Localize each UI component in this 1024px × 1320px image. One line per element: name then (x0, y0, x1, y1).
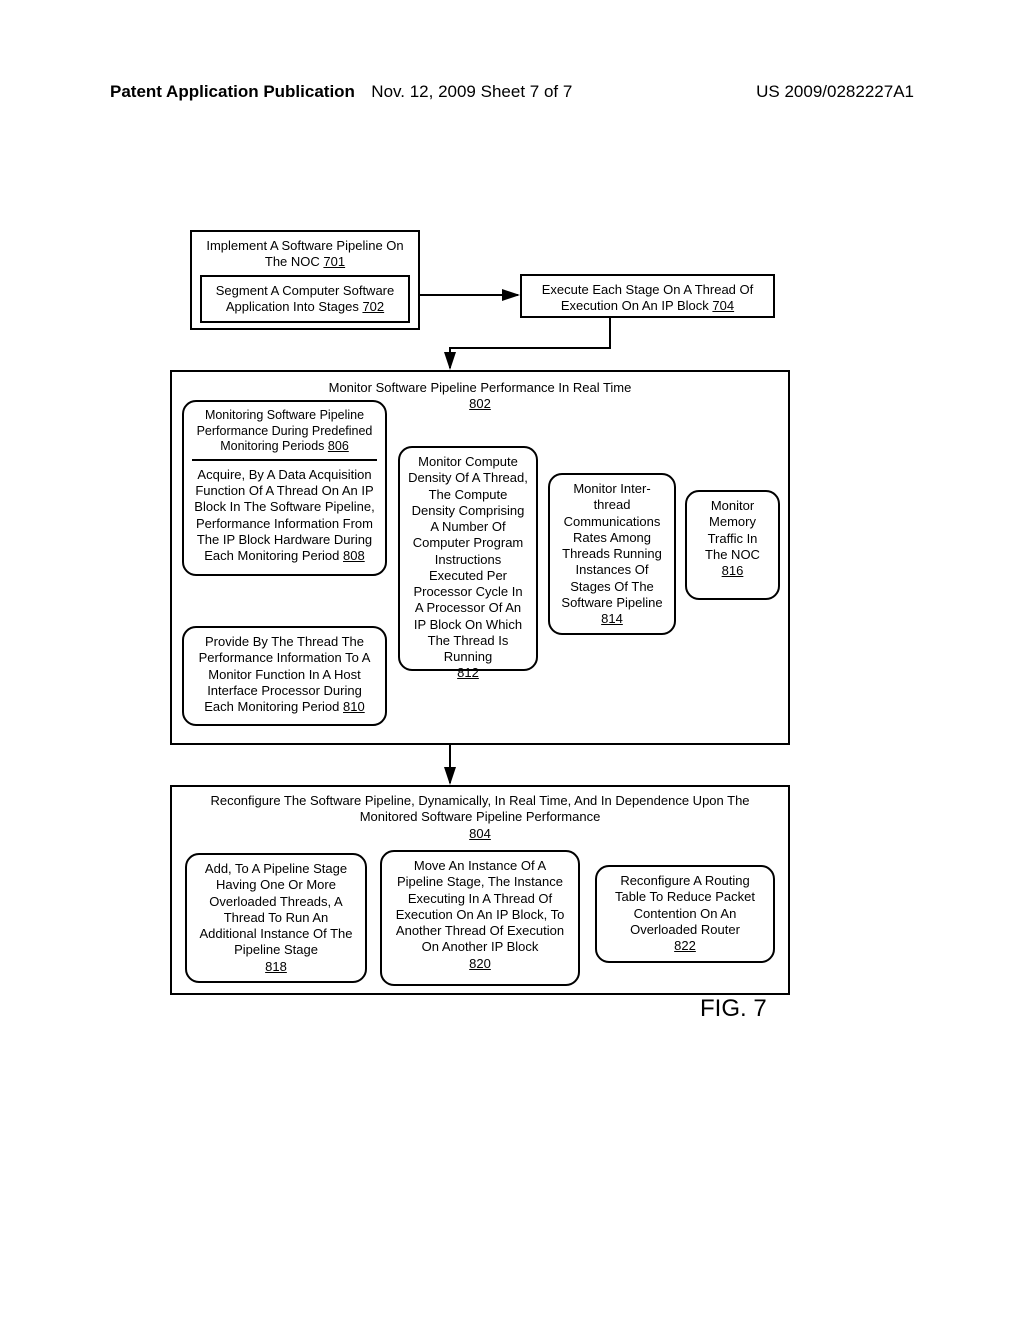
box-monitor-memory-816: Monitor Memory Traffic In The NOC 816 (685, 490, 780, 600)
box-move-instance-820: Move An Instance Of A Pipeline Stage, Th… (380, 850, 580, 986)
header-center: Nov. 12, 2009 Sheet 7 of 7 (371, 82, 572, 102)
box-701-title: Implement A Software Pipeline On The NOC… (200, 238, 410, 271)
box-execute-stage-704: Execute Each Stage On A Thread Of Execut… (520, 274, 775, 318)
box-monitor-interthread-814: Monitor Inter-thread Communications Rate… (548, 473, 676, 635)
box-add-thread-818: Add, To A Pipeline Stage Having One Or M… (185, 853, 367, 983)
box-acquire-info-808: Acquire, By A Data Acquisition Function … (192, 459, 377, 565)
box-implement-pipeline-701: Implement A Software Pipeline On The NOC… (190, 230, 420, 330)
box-reconfigure-routing-822: Reconfigure A Routing Table To Reduce Pa… (595, 865, 775, 963)
header-left: Patent Application Publication (110, 82, 355, 102)
box-provide-info-810: Provide By The Thread The Performance In… (182, 626, 387, 726)
box-monitoring-periods-806: Monitoring Software Pipeline Performance… (182, 400, 387, 576)
box-monitor-compute-812: Monitor Compute Density Of A Thread, The… (398, 446, 538, 671)
figure-label: FIG. 7 (700, 995, 767, 1023)
box-segment-stages-702: Segment A Computer Software Application … (200, 275, 410, 324)
box-806-head: Monitoring Software Pipeline Performance… (192, 408, 377, 455)
box-804-title: Reconfigure The Software Pipeline, Dynam… (180, 793, 780, 842)
page-header: Patent Application Publication Nov. 12, … (110, 82, 914, 102)
header-right: US 2009/0282227A1 (756, 82, 914, 102)
